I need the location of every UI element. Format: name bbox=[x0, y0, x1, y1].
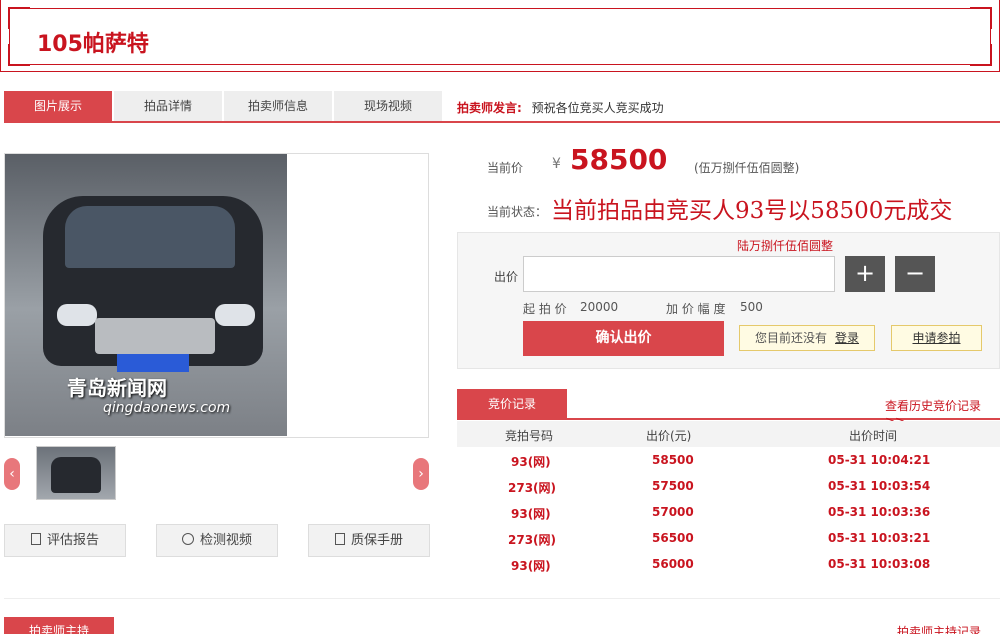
tab-details[interactable]: 拍品详情 bbox=[114, 91, 224, 121]
column-header-bidder: 竞拍号码 bbox=[505, 429, 554, 443]
section-divider bbox=[4, 598, 1000, 599]
bidder-number: 93(网) bbox=[511, 559, 551, 573]
increment-value: 500 bbox=[740, 300, 763, 314]
bid-amount: 57500 bbox=[652, 479, 694, 493]
car-plate-shape bbox=[117, 354, 189, 372]
apply-to-bid-button[interactable]: 申请参拍 bbox=[891, 325, 982, 351]
page: { "header": {"title": "105帕萨特"}, "tabs":… bbox=[0, 0, 1000, 634]
page-title: 105帕萨特 bbox=[37, 32, 149, 57]
manual-icon bbox=[334, 533, 345, 545]
auctioneer-announcement: 拍卖师发言: 预祝各位竞买人竞买成功 bbox=[457, 99, 664, 116]
current-price-chinese: (伍万捌仟伍佰圆整) bbox=[694, 161, 800, 175]
login-notice: 您目前还没有 登录 bbox=[739, 325, 875, 351]
column-header-time: 出价时间 bbox=[849, 429, 898, 443]
frame-corner-ornament bbox=[8, 7, 30, 29]
status-text: 当前拍品由竞买人93号以58500元成交 bbox=[551, 198, 953, 224]
play-icon bbox=[181, 533, 194, 545]
start-price-label: 起 拍 价 bbox=[523, 302, 567, 316]
tab-auctioneer[interactable]: 拍卖师信息 bbox=[224, 91, 334, 121]
document-actions: 评估报告 检测视频 质保手册 bbox=[4, 524, 430, 557]
currency-symbol: ¥ bbox=[552, 156, 561, 172]
warranty-manual-button[interactable]: 质保手册 bbox=[308, 524, 430, 557]
bidder-number: 273(网) bbox=[508, 481, 557, 495]
current-price-value: 58500 bbox=[570, 143, 668, 176]
auctioneer-host-records-link[interactable]: 拍卖师主持记录>> bbox=[897, 623, 1000, 634]
confirm-bid-button[interactable]: 确认出价 bbox=[523, 321, 724, 356]
header-frame bbox=[8, 7, 992, 66]
decrease-bid-button[interactable]: − bbox=[895, 256, 935, 292]
bidder-number: 93(网) bbox=[511, 507, 551, 521]
inspection-video-label: 检测视频 bbox=[199, 533, 252, 548]
frame-corner-ornament bbox=[970, 7, 992, 29]
tab-underline bbox=[4, 121, 1000, 123]
bid-time: 05-31 10:04:21 bbox=[828, 453, 931, 467]
bid-amount: 58500 bbox=[652, 453, 694, 467]
increment-label: 加 价 幅 度 bbox=[666, 302, 726, 316]
car-grille-shape bbox=[95, 318, 215, 354]
thumbnail-car-shape bbox=[51, 457, 101, 493]
photo-watermark-url: qingdaonews.com bbox=[103, 400, 231, 416]
frame-corner-ornament bbox=[8, 44, 30, 66]
bidder-number: 273(网) bbox=[508, 533, 557, 547]
bid-amount: 57000 bbox=[652, 505, 694, 519]
auctioneer-host-tab[interactable]: 拍卖师主持 bbox=[4, 617, 114, 634]
warranty-manual-label: 质保手册 bbox=[350, 533, 403, 548]
increase-bid-button[interactable]: + bbox=[845, 256, 885, 292]
bid-records-tab[interactable]: 竞价记录 bbox=[457, 389, 567, 419]
inspection-video-button[interactable]: 检测视频 bbox=[156, 524, 278, 557]
start-price-value: 20000 bbox=[580, 300, 619, 314]
photo-thumbnail[interactable] bbox=[36, 446, 116, 500]
frame-corner-ornament bbox=[970, 44, 992, 66]
bid-amount: 56500 bbox=[652, 531, 694, 545]
announcement-label: 拍卖师发言: bbox=[457, 101, 522, 115]
bid-amount-input[interactable] bbox=[523, 256, 835, 292]
login-notice-text: 您目前还没有 bbox=[754, 331, 827, 345]
assessment-report-button[interactable]: 评估报告 bbox=[4, 524, 126, 557]
tab-live-video[interactable]: 现场视频 bbox=[334, 91, 444, 121]
photo-watermark: 青岛新闻网 bbox=[67, 376, 167, 400]
login-link[interactable]: 登录 bbox=[835, 331, 859, 345]
bid-amount-chinese: 陆万捌仟伍佰圆整 bbox=[737, 239, 834, 253]
tab-bar: 图片展示 拍品详情 拍卖师信息 现场视频 bbox=[4, 91, 444, 122]
car-windshield-shape bbox=[65, 206, 235, 268]
next-photo-button[interactable]: › bbox=[413, 458, 429, 490]
bid-label: 出价 bbox=[494, 270, 519, 284]
status-label: 当前状态： bbox=[487, 205, 548, 219]
bid-time: 05-31 10:03:21 bbox=[828, 531, 931, 545]
thumbnail-strip: ‹ › bbox=[4, 446, 429, 500]
prev-photo-button[interactable]: ‹ bbox=[4, 458, 20, 490]
current-price-label: 当前价 bbox=[487, 161, 524, 175]
document-icon bbox=[30, 533, 41, 545]
tab-photos[interactable]: 图片展示 bbox=[4, 91, 114, 121]
car-headlight-right bbox=[215, 304, 255, 326]
bidder-number: 93(网) bbox=[511, 455, 551, 469]
column-header-amount: 出价(元) bbox=[646, 429, 692, 443]
car-headlight-left bbox=[57, 304, 97, 326]
car-photo[interactable]: 青岛新闻网 qingdaonews.com bbox=[5, 154, 287, 436]
assessment-report-label: 评估报告 bbox=[46, 533, 99, 548]
main-photo-frame: 青岛新闻网 qingdaonews.com bbox=[4, 153, 429, 438]
bid-amount: 56000 bbox=[652, 557, 694, 571]
announcement-text: 预祝各位竞买人竞买成功 bbox=[531, 101, 664, 115]
bid-time: 05-31 10:03:36 bbox=[828, 505, 931, 519]
bid-time: 05-31 10:03:08 bbox=[828, 557, 931, 571]
page-header: 105帕萨特 bbox=[0, 0, 1000, 72]
bid-time: 05-31 10:03:54 bbox=[828, 479, 931, 493]
